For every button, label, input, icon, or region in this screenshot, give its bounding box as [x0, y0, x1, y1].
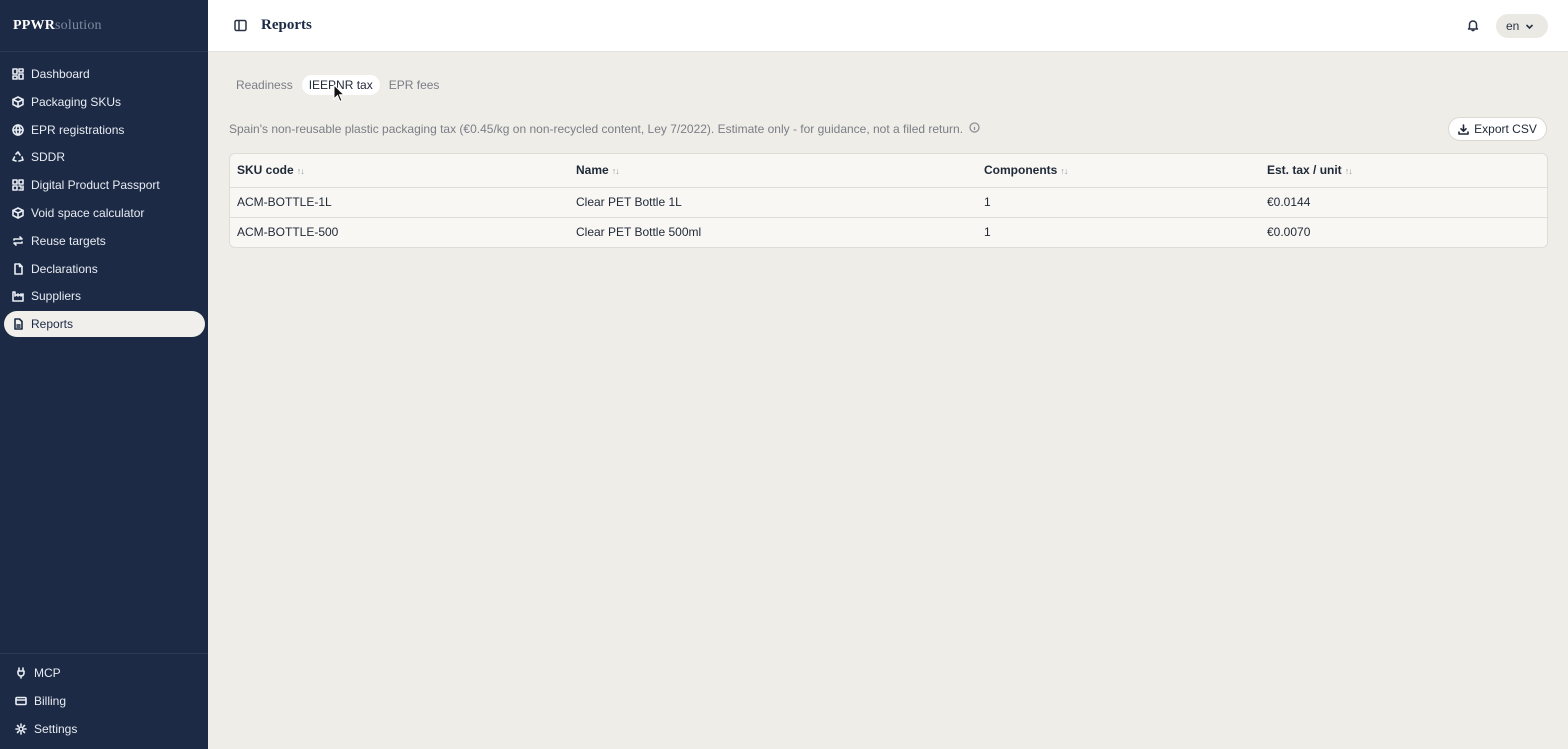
- cell-sku-code: ACM-BOTTLE-1L: [237, 195, 332, 209]
- column-header-components[interactable]: Components ↑↓: [977, 154, 1260, 188]
- sidebar: PPWR solution Dashboard Packaging SKUs EP…: [0, 0, 208, 749]
- plug-icon: [15, 667, 27, 679]
- sidebar-item-suppliers[interactable]: Suppliers: [4, 283, 205, 309]
- package-icon: [12, 95, 24, 108]
- column-label: Name: [576, 163, 609, 178]
- cell-components: 1: [984, 195, 991, 209]
- sidebar-item-settings[interactable]: Settings: [7, 716, 204, 742]
- sidebar-footer-nav: MCP Billing Settings: [0, 653, 208, 743]
- tax-table: SKU code ↑↓ Name ↑↓ Components ↑↓ Est. tax …: [229, 153, 1548, 248]
- gear-icon: [15, 722, 27, 735]
- language-value: en: [1506, 19, 1520, 33]
- file-icon: [12, 262, 24, 275]
- cell-name: Clear PET Bottle 500ml: [569, 216, 977, 247]
- language-select[interactable]: en: [1496, 14, 1548, 38]
- globe-icon: [12, 123, 24, 136]
- sort-icon: ↑↓: [611, 166, 620, 177]
- sidebar-item-reuse-targets[interactable]: Reuse targets: [4, 228, 205, 254]
- dashboard-icon: [12, 68, 24, 80]
- sidebar-item-label: Dashboard: [31, 67, 90, 81]
- recycle-icon: [12, 151, 24, 163]
- sidebar-item-packaging-skus[interactable]: Packaging SKUs: [4, 89, 205, 115]
- sidebar-item-label: MCP: [34, 666, 61, 680]
- cell-components: 1: [977, 216, 1260, 247]
- chevron-down-icon: [1526, 23, 1534, 29]
- sidebar-item-label: Settings: [34, 721, 78, 736]
- info-icon[interactable]: [963, 122, 980, 136]
- sort-icon: ↑↓: [296, 166, 305, 177]
- sidebar-item-digital-product-passport[interactable]: Digital Product Passport: [4, 172, 205, 198]
- report-description: Spain's non-reusable plastic packaging t…: [229, 122, 980, 136]
- tab-readiness[interactable]: Readiness: [229, 75, 300, 95]
- sidebar-toggle-icon[interactable]: [234, 19, 247, 32]
- column-header-sku-code[interactable]: SKU code ↑↓: [230, 154, 569, 188]
- top-bar: Reports en: [208, 0, 1568, 52]
- tab-epr-fees[interactable]: EPR fees: [382, 75, 447, 95]
- sidebar-item-reports[interactable]: Reports: [4, 311, 205, 338]
- sidebar-item-label: Billing: [34, 693, 67, 708]
- cell-est-tax: €0.0144: [1267, 195, 1311, 209]
- sidebar-item-label: Declarations: [31, 261, 98, 276]
- sidebar-item-label: SDDR: [31, 150, 66, 165]
- factory-icon: [12, 290, 24, 303]
- sidebar-item-mcp[interactable]: MCP: [7, 660, 204, 686]
- brand-part-2: solution: [55, 17, 102, 33]
- sidebar-item-void-space-calculator[interactable]: Void space calculator: [4, 200, 205, 226]
- download-icon: [1458, 123, 1469, 135]
- sidebar-item-label: EPR registrations: [31, 122, 125, 137]
- bell-icon[interactable]: [1466, 18, 1480, 32]
- repeat-icon: [12, 235, 24, 247]
- table-header-row: SKU code ↑↓ Name ↑↓ Components ↑↓ Est. tax …: [230, 154, 1547, 188]
- export-csv-button[interactable]: Export CSV: [1448, 117, 1547, 141]
- tab-ieepnr-tax[interactable]: IEEPNR tax: [301, 75, 380, 95]
- credit-card-icon: [15, 695, 27, 707]
- sidebar-item-epr-registrations[interactable]: EPR registrations: [4, 117, 205, 143]
- report-tabs: Readiness IEEPNR tax EPR fees: [229, 74, 446, 96]
- sidebar-item-label: Digital Product Passport: [31, 178, 160, 193]
- sort-icon: ↑↓: [1344, 166, 1353, 177]
- export-csv-label: Export CSV: [1474, 122, 1537, 136]
- main-nav: Dashboard Packaging SKUs EPR registratio…: [4, 61, 205, 339]
- cell-est-tax: €0.0070: [1260, 216, 1547, 247]
- column-header-est-tax[interactable]: Est. tax / unit ↑↓: [1260, 154, 1547, 188]
- description-text: Spain's non-reusable plastic packaging t…: [229, 122, 964, 136]
- column-label: Components: [984, 163, 1058, 178]
- sidebar-item-label: Reports: [31, 317, 74, 332]
- table-row[interactable]: ACM-BOTTLE-500 Clear PET Bottle 500ml 1 …: [230, 216, 1547, 247]
- cell-sku-code: ACM-BOTTLE-500: [230, 216, 569, 247]
- column-label: SKU code: [237, 163, 294, 178]
- column-label: Est. tax / unit: [1267, 163, 1342, 178]
- column-header-name[interactable]: Name ↑↓: [569, 154, 977, 188]
- sort-icon: ↑↓: [1060, 166, 1068, 177]
- box-icon: [12, 207, 24, 219]
- page-title: Reports: [261, 17, 312, 33]
- sidebar-item-label: Packaging SKUs: [31, 94, 122, 109]
- sidebar-item-dashboard[interactable]: Dashboard: [4, 61, 205, 87]
- report-icon: [12, 318, 24, 330]
- sidebar-item-label: Void space calculator: [31, 205, 145, 220]
- sidebar-item-declarations[interactable]: Declarations: [4, 256, 205, 282]
- sidebar-item-label: Suppliers: [31, 289, 82, 304]
- sidebar-item-billing[interactable]: Billing: [7, 688, 204, 714]
- cell-name: Clear PET Bottle 1L: [576, 195, 682, 209]
- sidebar-item-sddr[interactable]: SDDR: [4, 144, 205, 170]
- brand-part-1: PPWR: [13, 17, 56, 33]
- table-row[interactable]: ACM-BOTTLE-1L Clear PET Bottle 1L 1 €0.0…: [230, 187, 1547, 217]
- qr-code-icon: [12, 179, 24, 191]
- brand-logo[interactable]: PPWR solution: [0, 0, 208, 52]
- sidebar-item-label: Reuse targets: [31, 233, 106, 248]
